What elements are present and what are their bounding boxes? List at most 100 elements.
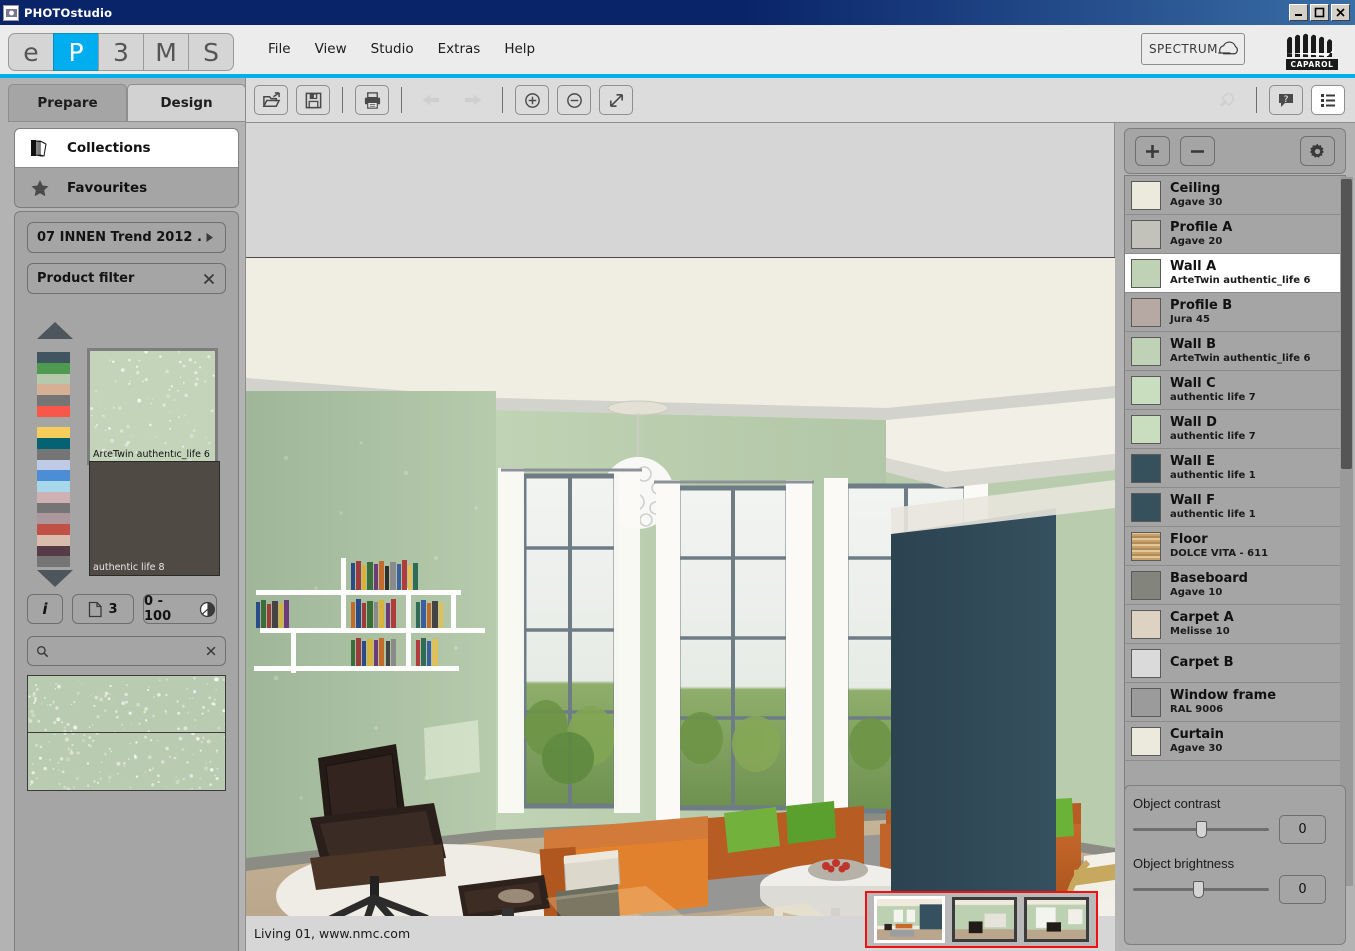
color-chip[interactable] xyxy=(37,417,70,428)
mode-tab-p[interactable]: P xyxy=(53,33,99,71)
print-button[interactable] xyxy=(355,85,389,115)
layer-row[interactable]: Profile A Agave 20 xyxy=(1125,215,1345,254)
menu-item-extras[interactable]: Extras xyxy=(438,41,481,57)
tab-design[interactable]: Design xyxy=(127,84,246,122)
color-chip[interactable] xyxy=(37,546,70,557)
zoom-out-button[interactable] xyxy=(557,85,591,115)
thumbnail-view-1[interactable] xyxy=(874,896,945,943)
scroll-up-arrow[interactable] xyxy=(37,322,73,339)
layer-color-swatch[interactable] xyxy=(1131,727,1161,756)
color-chip[interactable] xyxy=(37,503,70,514)
color-chip[interactable] xyxy=(37,481,70,492)
layer-color-swatch[interactable] xyxy=(1131,649,1161,678)
color-chip[interactable] xyxy=(37,406,70,417)
layer-color-swatch[interactable] xyxy=(1131,181,1161,210)
mode-tab-e[interactable]: e xyxy=(8,33,54,71)
layer-row[interactable]: Wall Eauthentic life 1 xyxy=(1125,449,1345,488)
sidebar-item-collections[interactable]: Collections xyxy=(15,129,238,168)
layer-color-swatch[interactable] xyxy=(1131,259,1161,288)
color-strip[interactable] xyxy=(37,352,70,567)
material-swatch-selected[interactable]: ArteTwin authentic_life 6 xyxy=(87,348,218,465)
layer-color-swatch[interactable] xyxy=(1131,610,1161,639)
color-chip[interactable] xyxy=(37,395,70,406)
scrollbar-thumb[interactable] xyxy=(1341,179,1352,469)
save-button[interactable] xyxy=(296,85,330,115)
layer-row[interactable]: Wall Dauthentic life 7 xyxy=(1125,410,1345,449)
zoom-in-button[interactable] xyxy=(515,85,549,115)
add-layer-button[interactable] xyxy=(1135,136,1170,166)
object-brightness-slider[interactable] xyxy=(1133,888,1269,891)
material-swatch[interactable]: authentic life 8 xyxy=(89,461,220,576)
layer-color-swatch[interactable] xyxy=(1131,376,1161,405)
list-button[interactable] xyxy=(1311,85,1345,115)
open-button[interactable] xyxy=(254,85,288,115)
menu-item-view[interactable]: View xyxy=(315,41,347,57)
layer-row[interactable]: Curtain Agave 30 xyxy=(1125,722,1345,761)
color-chip[interactable] xyxy=(37,352,70,363)
layer-color-swatch[interactable] xyxy=(1131,220,1161,249)
layer-row[interactable]: Baseboard Agave 10 xyxy=(1125,566,1345,605)
layer-row[interactable]: Ceiling Agave 30 xyxy=(1125,176,1345,215)
layer-settings-button[interactable] xyxy=(1300,136,1335,166)
search-field[interactable] xyxy=(27,636,226,666)
color-chip[interactable] xyxy=(37,363,70,374)
object-contrast-value[interactable]: 0 xyxy=(1279,815,1326,844)
sidebar-item-favourites[interactable]: Favourites xyxy=(15,168,238,207)
object-contrast-knob[interactable] xyxy=(1196,821,1207,838)
fit-screen-button[interactable] xyxy=(599,85,633,115)
layer-row[interactable]: Floor DOLCE VITA - 611 xyxy=(1125,527,1345,566)
layer-color-swatch[interactable] xyxy=(1131,493,1161,522)
range-button[interactable]: 0 - 100 xyxy=(143,594,217,624)
maximize-button[interactable] xyxy=(1310,4,1329,21)
minimize-button[interactable] xyxy=(1289,4,1308,21)
color-chip[interactable] xyxy=(37,438,70,449)
info-button[interactable]: i xyxy=(27,594,63,624)
page-count-button[interactable]: 3 xyxy=(72,594,134,624)
room-photo[interactable] xyxy=(246,257,1115,934)
layer-color-swatch[interactable] xyxy=(1131,337,1161,366)
color-chip[interactable] xyxy=(37,374,70,385)
color-chip[interactable] xyxy=(37,535,70,546)
material-preview[interactable] xyxy=(27,675,226,791)
object-brightness-knob[interactable] xyxy=(1193,881,1204,898)
back-button[interactable] xyxy=(414,85,448,115)
menu-item-help[interactable]: Help xyxy=(504,41,535,57)
object-brightness-value[interactable]: 0 xyxy=(1279,875,1326,904)
clear-search-icon[interactable] xyxy=(205,644,217,658)
mode-tab-s[interactable]: S xyxy=(188,33,234,71)
layer-color-swatch[interactable] xyxy=(1131,454,1161,483)
spectrum-logo-button[interactable]: SPECTRUM xyxy=(1141,33,1245,65)
layer-row[interactable]: Wall Fauthentic life 1 xyxy=(1125,488,1345,527)
layer-color-swatch[interactable] xyxy=(1131,688,1161,717)
color-chip[interactable] xyxy=(37,492,70,503)
layer-list[interactable]: Ceiling Agave 30 Profile A Agave 20 Wall A Ar… xyxy=(1124,175,1346,888)
layer-color-swatch[interactable] xyxy=(1131,415,1161,444)
layer-row[interactable]: Carpet A Melisse 10 xyxy=(1125,605,1345,644)
color-chip[interactable] xyxy=(37,470,70,481)
collection-select[interactable]: 07 INNEN Trend 2012 ... xyxy=(27,222,226,253)
tab-prepare[interactable]: Prepare xyxy=(8,84,127,122)
menu-item-file[interactable]: File xyxy=(268,41,291,57)
object-contrast-slider[interactable] xyxy=(1133,828,1269,831)
close-icon[interactable] xyxy=(202,272,216,286)
layer-color-swatch[interactable] xyxy=(1131,298,1161,327)
color-chip[interactable] xyxy=(37,427,70,438)
layer-row[interactable]: Profile B Jura 45 xyxy=(1125,293,1345,332)
layer-row[interactable]: Wall B ArteTwin authentic_life 6 xyxy=(1125,332,1345,371)
pin-button[interactable] xyxy=(1210,85,1244,115)
scroll-down-arrow[interactable] xyxy=(37,570,73,587)
color-chip[interactable] xyxy=(37,449,70,460)
menu-item-studio[interactable]: Studio xyxy=(371,41,414,57)
layer-color-swatch[interactable] xyxy=(1131,571,1161,600)
color-chip[interactable] xyxy=(37,513,70,524)
layer-row[interactable]: Window frame RAL 9006 xyxy=(1125,683,1345,722)
layer-row[interactable]: Carpet B xyxy=(1125,644,1345,683)
help-button[interactable]: ? xyxy=(1269,85,1303,115)
color-chip[interactable] xyxy=(37,384,70,395)
product-filter-field[interactable]: Product filter xyxy=(27,263,226,294)
close-button[interactable] xyxy=(1331,4,1350,21)
color-chip[interactable] xyxy=(37,524,70,535)
mode-tab-m[interactable]: M xyxy=(143,33,189,71)
layer-row[interactable]: Wall A ArteTwin authentic_life 6 xyxy=(1125,254,1345,293)
color-chip[interactable] xyxy=(37,460,70,471)
